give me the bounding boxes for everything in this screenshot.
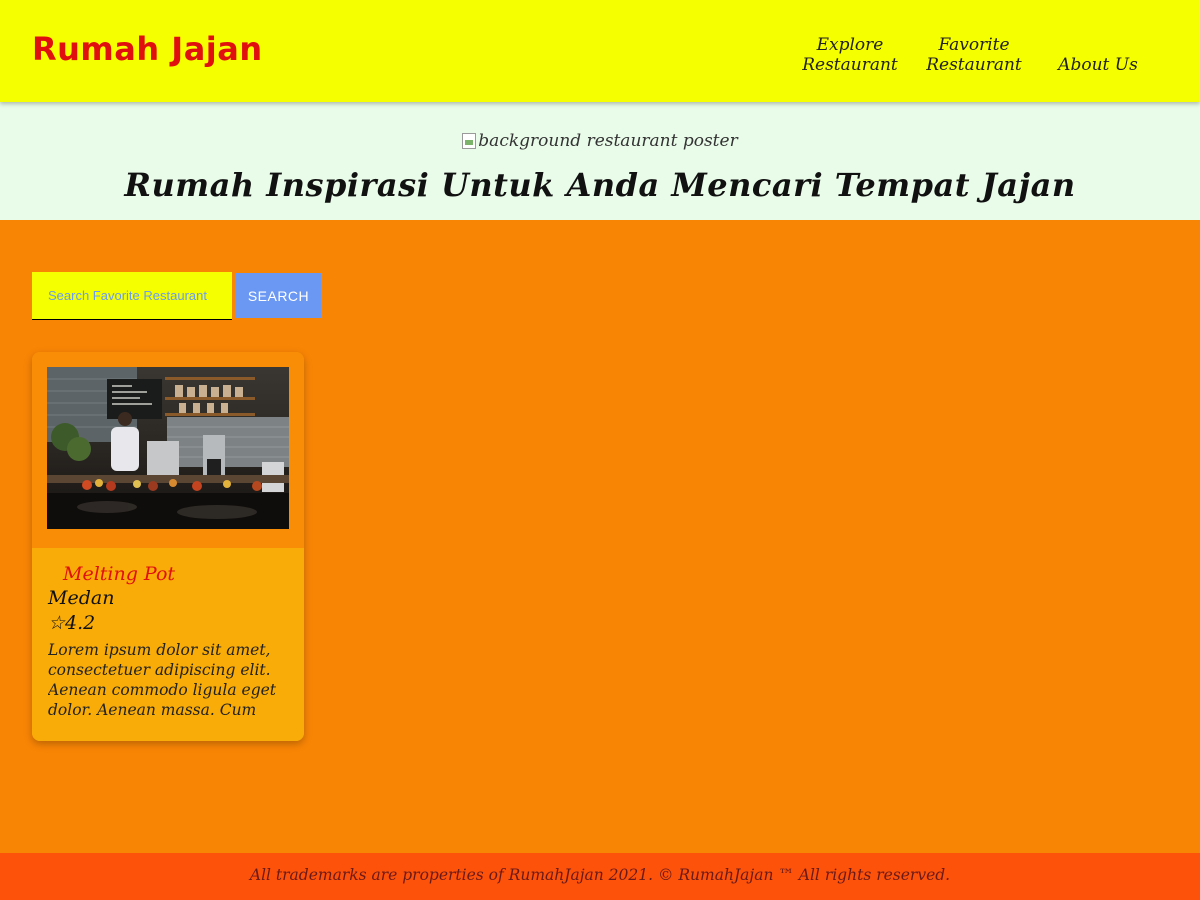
card-image-area <box>32 352 304 548</box>
hero-image: background restaurant poster <box>0 131 1200 151</box>
hero-title: Rumah Inspirasi Untuk Anda Mencari Tempa… <box>124 166 1076 204</box>
hero-banner: background restaurant poster Rumah Inspi… <box>0 102 1200 220</box>
nav-favorite-restaurant[interactable]: Favorite Restaurant <box>912 27 1036 75</box>
brand-logo[interactable]: Rumah Jajan <box>32 30 263 68</box>
broken-image-icon <box>462 133 477 149</box>
nav-label-line2: Restaurant <box>926 55 1022 75</box>
nav-label-line1: Favorite <box>938 35 1010 55</box>
nav-explore-restaurant[interactable]: Explore Restaurant <box>788 27 912 75</box>
restaurant-photo <box>47 367 289 529</box>
hero-image-alt-text: background restaurant poster <box>478 131 738 151</box>
main-nav: Explore Restaurant Favorite Restaurant A… <box>788 0 1160 102</box>
search-bar: SEARCH <box>32 272 321 320</box>
restaurant-description: Lorem ipsum dolor sit amet, consectetuer… <box>48 641 277 719</box>
restaurant-rating: ☆4.2 <box>48 612 96 634</box>
search-button[interactable]: SEARCH <box>236 273 321 318</box>
nav-label-line2: Restaurant <box>802 55 898 75</box>
app-header: Rumah Jajan Explore Restaurant Favorite … <box>0 0 1200 102</box>
nav-label-line1: Explore <box>816 35 884 55</box>
restaurant-city: Medan <box>48 587 115 609</box>
nav-label-line2: About Us <box>1058 55 1138 75</box>
search-input[interactable] <box>32 272 232 320</box>
page-footer: All trademarks are properties of RumahJa… <box>0 853 1200 900</box>
card-body: Melting Pot Medan ☆4.2 Lorem ipsum dolor… <box>32 548 304 741</box>
footer-text: All trademarks are properties of RumahJa… <box>249 866 951 884</box>
restaurant-card[interactable]: Melting Pot Medan ☆4.2 Lorem ipsum dolor… <box>32 352 304 741</box>
restaurant-name[interactable]: Melting Pot <box>48 562 288 586</box>
nav-about-us[interactable]: About Us <box>1036 27 1160 75</box>
